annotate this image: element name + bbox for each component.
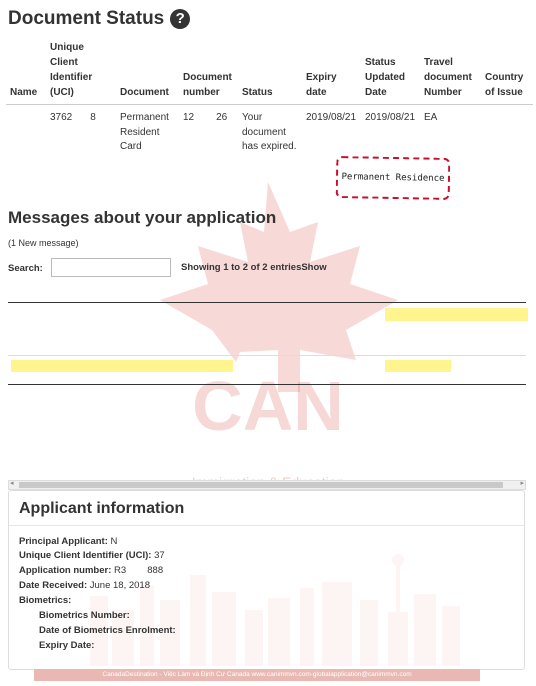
- highlight-marker: [11, 360, 233, 372]
- highlight-marker: [385, 360, 451, 372]
- cell-status: Your document has expired.: [242, 112, 297, 152]
- applicant-heading: Applicant information: [19, 500, 185, 517]
- new-message-count: (1 New message): [8, 238, 79, 248]
- scroll-left-icon[interactable]: ◂: [10, 479, 14, 487]
- permanent-residence-stamp: Permanent Residence: [335, 156, 451, 200]
- message-row-divider: [8, 355, 526, 356]
- messages-table-top-border: [8, 302, 526, 303]
- field-biometrics-number: Biometrics Number:: [39, 610, 130, 621]
- cell-expiry: 2019/08/21: [306, 112, 357, 123]
- watermark-brand: CAN: [192, 367, 344, 445]
- document-status-table: Name Unique Client Identifier (UCI) Docu…: [6, 40, 533, 155]
- cell-travel-doc: EA: [424, 112, 438, 123]
- field-application-number: Application number: R3 888: [19, 565, 164, 576]
- field-uci: Unique Client Identifier (UCI): 37: [19, 550, 165, 561]
- scrollbar-thumb[interactable]: [19, 482, 503, 488]
- col-status-updated[interactable]: Status Updated Date: [361, 40, 420, 105]
- field-biometrics: Biometrics:: [19, 595, 72, 606]
- table-header-row: Name Unique Client Identifier (UCI) Docu…: [6, 40, 533, 105]
- cell-name: [6, 105, 46, 155]
- highlight-marker: [385, 308, 528, 321]
- cell-document: Permanent Resident Card: [120, 112, 169, 152]
- col-country[interactable]: Country of Issue: [481, 40, 533, 105]
- watermark-footer-banner: CanadaDestination - Việc Làm và Định Cư …: [34, 669, 480, 681]
- col-document-number[interactable]: Document number: [179, 40, 238, 105]
- messages-table-bottom-border: [8, 384, 526, 385]
- field-biometrics-enrolment: Date of Biometrics Enrolment:: [39, 625, 176, 636]
- cell-country: [481, 105, 533, 155]
- messages-heading: Messages about your application: [8, 208, 277, 227]
- horizontal-scrollbar[interactable]: ◂ ▸: [8, 480, 526, 490]
- cell-document-number: 12 26: [183, 112, 228, 123]
- panel-divider: [9, 525, 524, 526]
- applicant-information-panel: Applicant information Principal Applican…: [8, 490, 525, 670]
- search-input[interactable]: [51, 258, 171, 277]
- col-name[interactable]: Name: [6, 40, 46, 105]
- entries-info: Showing 1 to 2 of 2 entriesShow: [181, 262, 327, 273]
- col-travel-doc[interactable]: Travel document Number: [420, 40, 481, 105]
- field-date-received: Date Received: June 18, 2018: [19, 580, 150, 591]
- page-title: Document Status: [8, 8, 165, 29]
- document-status-heading: Document Status ?: [8, 8, 191, 30]
- col-status[interactable]: Status: [238, 40, 302, 105]
- col-uci[interactable]: Unique Client Identifier (UCI): [46, 40, 116, 105]
- scroll-right-icon[interactable]: ▸: [520, 479, 524, 487]
- col-document[interactable]: Document: [116, 40, 179, 105]
- cell-updated: 2019/08/21: [365, 112, 416, 123]
- col-expiry[interactable]: Expiry date: [302, 40, 361, 105]
- search-label: Search:: [8, 263, 43, 274]
- field-principal-applicant: Principal Applicant: N: [19, 536, 118, 547]
- table-row: 3762 8 Permanent Resident Card 12 26 Your …: [6, 105, 533, 155]
- cell-uci: 3762 8: [50, 112, 96, 123]
- field-biometrics-expiry: Expiry Date:: [39, 640, 95, 651]
- question-circle-icon[interactable]: ?: [170, 9, 191, 29]
